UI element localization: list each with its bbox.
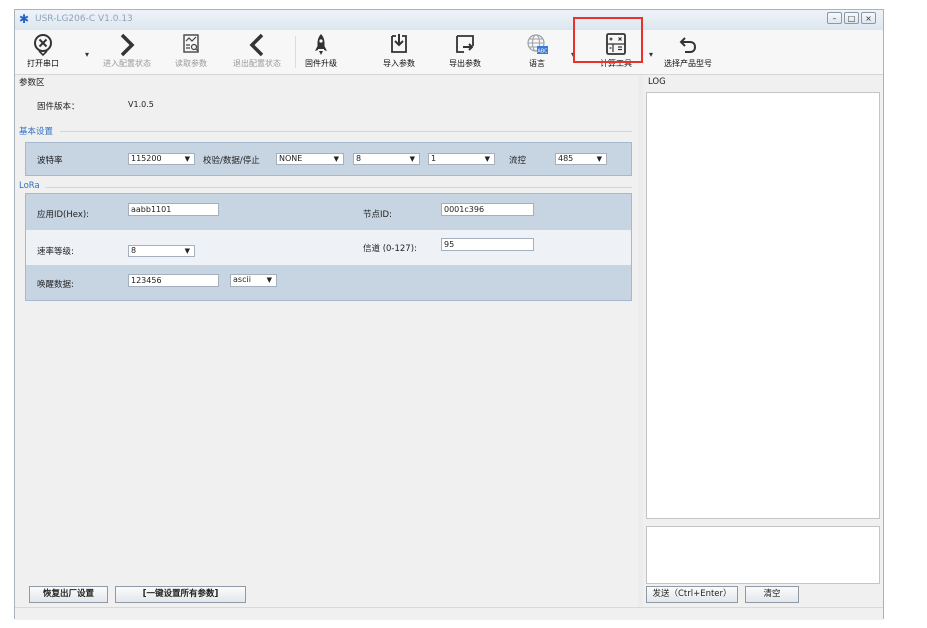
wake-format-select[interactable]: ascii ▼ (230, 274, 277, 287)
app-id-input[interactable]: aabb1101 (128, 203, 219, 216)
open-port-button[interactable]: 打开串口 (23, 30, 63, 74)
status-bar (15, 607, 883, 620)
chevron-down-icon: ▼ (596, 155, 602, 163)
stop-bits-value: 1 (431, 154, 437, 163)
baud-select[interactable]: 115200 ▼ (128, 153, 195, 165)
panel-splitter[interactable] (638, 75, 643, 619)
data-bits-select[interactable]: 8 ▼ (353, 153, 420, 165)
firmware-label: 固件版本： (37, 102, 80, 112)
lora-title: LoRa (19, 181, 40, 191)
flow-label: 流控 (509, 156, 527, 166)
log-title: LOG (648, 77, 666, 87)
wake-label: 唤醒数据: (37, 280, 74, 290)
set-all-params-button[interactable]: [一键设置所有参数] (115, 586, 246, 603)
rocket-icon (315, 34, 327, 55)
flow-select[interactable]: 485 ▼ (555, 153, 607, 165)
close-circle-icon (34, 34, 52, 57)
send-button[interactable]: 发送（Ctrl+Enter） (646, 586, 738, 603)
select-model-button[interactable]: 选择产品型号 (659, 30, 717, 74)
chevron-down-icon: ▼ (266, 276, 272, 284)
toolbar-separator (295, 36, 296, 68)
rate-select[interactable]: 8 ▼ (128, 245, 195, 257)
import-params-label: 导入参数 (383, 59, 415, 68)
firmware-upgrade-button[interactable]: 固件升级 (301, 30, 341, 74)
parity-label: 校验/数据/停止 (203, 156, 260, 166)
chevron-down-icon: ▼ (484, 155, 490, 163)
rate-value: 8 (131, 246, 137, 255)
title-bar: ✱ USR-LG206-C V1.0.13 – □ × (15, 10, 883, 31)
toolbar: 打开串口 ▾ 进入配置状态 读取参数 退出配置状态 固件升级 导入参数 导出参数… (15, 30, 883, 75)
undo-arrow-icon (679, 37, 697, 53)
params-panel: 参数区 固件版本： V1.0.5 基本设置 波特率 115200 ▼ 校验/数据/… (15, 75, 637, 619)
calc-tool-dropdown[interactable]: ▾ (649, 50, 653, 59)
calc-tool-highlight (573, 17, 643, 63)
wake-row: 唤醒数据: 123456 ascii ▼ (26, 265, 631, 300)
close-button[interactable]: × (861, 12, 876, 24)
firmware-value: V1.0.5 (128, 100, 154, 109)
export-icon (456, 35, 474, 53)
chevron-down-icon: ▼ (409, 155, 415, 163)
read-chart-icon (183, 34, 199, 53)
globe-icon: ABC (527, 34, 548, 55)
window-title: USR-LG206-C V1.0.13 (35, 14, 133, 24)
flow-value: 485 (558, 154, 574, 163)
enter-config-button[interactable]: 进入配置状态 (97, 30, 157, 74)
select-model-label: 选择产品型号 (664, 59, 712, 68)
app-id-label: 应用ID(Hex): (37, 210, 90, 220)
channel-input[interactable]: 95 (441, 238, 534, 251)
rate-label: 速率等级: (37, 247, 74, 257)
chevron-right-icon (120, 33, 135, 57)
import-params-button[interactable]: 导入参数 (377, 30, 421, 74)
stop-bits-select[interactable]: 1 ▼ (428, 153, 495, 165)
rate-row: 速率等级: 8 ▼ 信道 (0-127): 95 (26, 230, 631, 265)
basic-settings-title: 基本设置 (19, 127, 54, 137)
export-params-label: 导出参数 (449, 59, 481, 68)
language-label: 语言 (529, 59, 545, 68)
import-icon (391, 34, 407, 53)
enter-config-label: 进入配置状态 (103, 59, 151, 68)
read-params-label: 读取参数 (175, 59, 207, 68)
chevron-down-icon: ▼ (184, 247, 190, 255)
channel-label: 信道 (0-127): (363, 244, 417, 254)
baud-label: 波特率 (37, 156, 63, 166)
clear-button[interactable]: 清空 (745, 586, 799, 603)
node-id-input[interactable]: 0001c396 (441, 203, 534, 216)
wake-data-input[interactable]: 123456 (128, 274, 219, 287)
lora-divider (45, 187, 632, 188)
read-params-button[interactable]: 读取参数 (169, 30, 213, 74)
exit-config-button[interactable]: 退出配置状态 (227, 30, 287, 74)
parity-select[interactable]: NONE ▼ (276, 153, 344, 165)
baud-row: 波特率 115200 ▼ 校验/数据/停止 NONE ▼ 8 ▼ 1 ▼ 流控 485 ▼ (26, 143, 631, 175)
open-port-label: 打开串口 (27, 59, 59, 68)
chevron-down-icon: ▼ (184, 155, 190, 163)
restore-factory-button[interactable]: 恢复出厂设置 (29, 586, 108, 603)
parity-value: NONE (279, 154, 303, 163)
log-panel: LOG 发送（Ctrl+Enter） 清空 (644, 75, 882, 619)
firmware-upgrade-label: 固件升级 (305, 59, 337, 68)
chevron-down-icon: ▼ (333, 155, 339, 163)
svg-text:ABC: ABC (537, 49, 548, 55)
minimize-button[interactable]: – (827, 12, 842, 24)
send-input[interactable] (646, 526, 880, 584)
exit-config-label: 退出配置状态 (233, 59, 281, 68)
app-id-row: 应用ID(Hex): aabb1101 节点ID: 0001c396 (26, 194, 631, 230)
language-button[interactable]: ABC 语言 (517, 30, 557, 74)
params-section-title: 参数区 (19, 78, 45, 88)
maximize-button[interactable]: □ (844, 12, 859, 24)
log-output[interactable] (646, 92, 880, 519)
chevron-left-icon (249, 33, 264, 57)
app-logo-icon: ✱ (19, 12, 30, 26)
open-port-dropdown[interactable]: ▾ (85, 50, 89, 59)
wake-format-value: ascii (233, 275, 251, 284)
data-bits-value: 8 (356, 154, 362, 163)
app-window: ✱ USR-LG206-C V1.0.13 – □ × 打开串口 ▾ 进入配置状… (14, 9, 884, 620)
export-params-button[interactable]: 导出参数 (443, 30, 487, 74)
baud-value: 115200 (131, 154, 162, 163)
basic-settings-divider (60, 131, 632, 132)
node-id-label: 节点ID: (363, 210, 392, 220)
